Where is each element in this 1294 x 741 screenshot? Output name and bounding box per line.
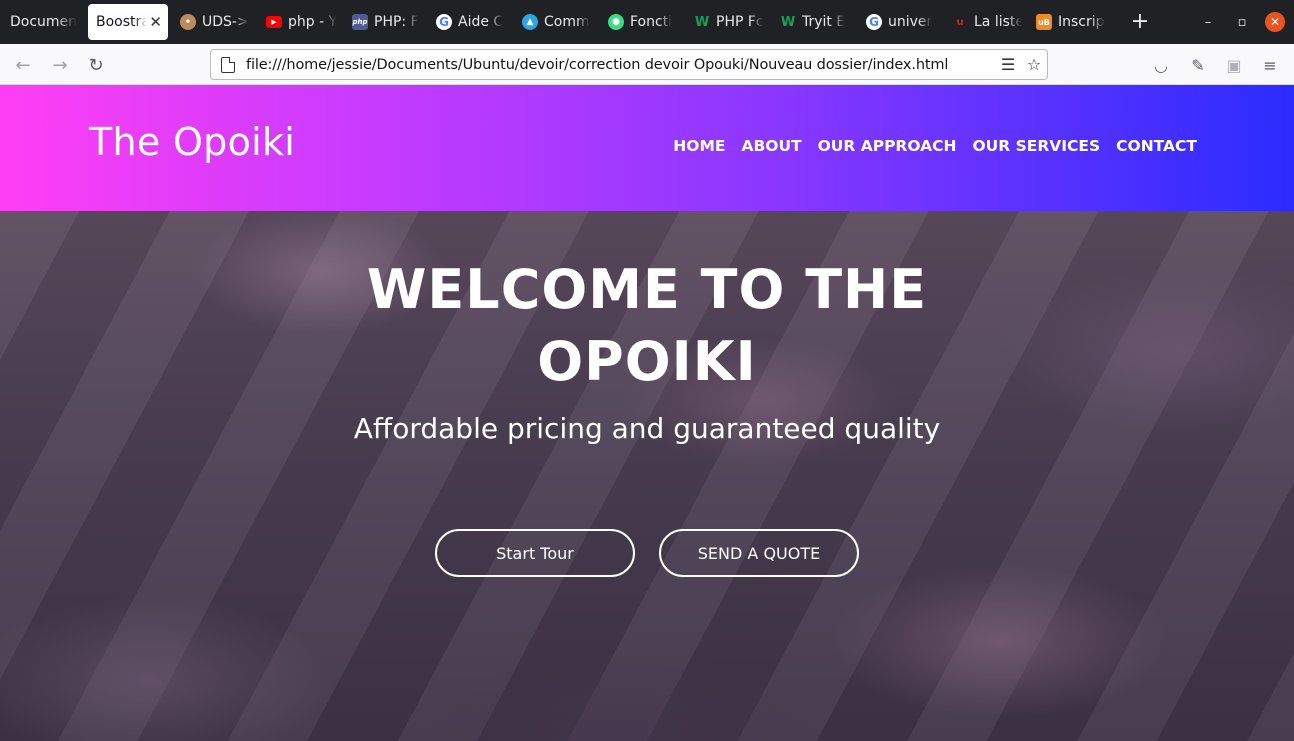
android-icon: ● <box>608 14 624 30</box>
url-text[interactable]: file:///home/jessie/Documents/Ubuntu/dev… <box>246 57 995 73</box>
w-icon: W <box>780 14 796 30</box>
menu-home[interactable]: HOME <box>673 137 725 155</box>
tab-univer[interactable]: G univer <box>858 4 944 40</box>
hero-section: WELCOME TO THE OPOIKI Affordable pricing… <box>0 211 1294 741</box>
reader-view-icon[interactable]: ☰ <box>995 55 1021 74</box>
pocket-icon[interactable]: ◡ <box>1148 52 1174 78</box>
hero-title-line1: WELCOME TO THE <box>366 258 928 321</box>
menu-about[interactable]: ABOUT <box>741 137 801 155</box>
window-controls: – ▫ ✕ <box>1191 0 1294 44</box>
bookmark-star-icon[interactable]: ☆ <box>1021 55 1047 74</box>
reload-icon[interactable]: ↻ <box>83 52 109 78</box>
linux-icon: ▲ <box>522 14 538 30</box>
tab-strip: Documen Boostra ✕ • UDS-> ▶ php - Y php … <box>0 0 1294 44</box>
menu-contact[interactable]: CONTACT <box>1116 137 1197 155</box>
forward-arrow-icon[interactable]: → <box>47 52 73 78</box>
menu-icon[interactable]: ≡ <box>1257 52 1283 78</box>
google-icon: G <box>866 14 882 30</box>
page-icon <box>221 56 235 73</box>
youtube-icon: ▶ <box>266 16 282 28</box>
eyedropper-icon[interactable]: ✎ <box>1185 52 1211 78</box>
tab-title: Documen <box>10 14 78 30</box>
close-tab-icon[interactable]: ✕ <box>149 13 162 31</box>
u-icon: u <box>956 16 964 28</box>
tab-title: Boostra <box>96 14 148 30</box>
tab-aide[interactable]: G Aide C <box>428 4 514 40</box>
back-arrow-icon[interactable]: ← <box>10 52 36 78</box>
google-icon: G <box>436 14 452 30</box>
tab-title: La liste <box>974 14 1022 30</box>
close-window-button[interactable]: ✕ <box>1265 12 1285 32</box>
tab-title: Aide C <box>458 14 504 30</box>
send-quote-button[interactable]: SEND A QUOTE <box>659 529 859 577</box>
php-icon: php <box>352 14 368 30</box>
hero-title-line2: OPOIKI <box>537 330 757 393</box>
tab-php-fc[interactable]: W PHP Fc <box>686 4 772 40</box>
navigation-toolbar: ← → ↻ file:///home/jessie/Documents/Ubun… <box>0 44 1294 85</box>
tab-boostra-active[interactable]: Boostra ✕ <box>88 4 168 40</box>
tab-title: univer <box>888 14 933 30</box>
menu-our-services[interactable]: OUR SERVICES <box>972 137 1100 155</box>
tab-title: Inscrip <box>1058 14 1105 30</box>
tab-title: PHP Fc <box>716 14 764 30</box>
tab-foncti[interactable]: ● Foncti <box>600 4 686 40</box>
main-menu: HOME ABOUT OUR APPROACH OUR SERVICES CON… <box>673 137 1197 155</box>
url-bar[interactable]: file:///home/jessie/Documents/Ubuntu/dev… <box>210 49 1048 80</box>
tab-php-manual[interactable]: php PHP: F <box>344 4 428 40</box>
tab-uds[interactable]: • UDS-> <box>172 4 258 40</box>
new-tab-button[interactable]: + <box>1126 0 1154 44</box>
restore-button[interactable]: ▫ <box>1225 15 1259 30</box>
tab-title: PHP: F <box>374 14 419 30</box>
tab-title: Tryit E <box>802 14 846 30</box>
page-viewport: The Opoiki HOME ABOUT OUR APPROACH OUR S… <box>0 85 1294 741</box>
tab-php-youtube[interactable]: ▶ php - Y <box>258 4 344 40</box>
brand-logo[interactable]: The Opoiki <box>89 120 295 164</box>
tab-documen[interactable]: Documen <box>0 4 84 40</box>
tab-comm[interactable]: ▲ Comm <box>514 4 600 40</box>
tab-title: Foncti <box>630 14 673 30</box>
start-tour-button[interactable]: Start Tour <box>435 529 635 577</box>
tab-inscrip[interactable]: uB Inscrip <box>1028 4 1112 40</box>
person-icon: • <box>180 14 196 30</box>
extension-icon[interactable]: ▣ <box>1221 52 1247 78</box>
tab-title: UDS-> <box>202 14 249 30</box>
hero-title: WELCOME TO THE OPOIKI <box>0 254 1294 398</box>
w-icon: W <box>694 14 710 30</box>
ub-icon: uB <box>1036 14 1052 30</box>
minimize-button[interactable]: – <box>1191 15 1225 30</box>
hero-subtitle: Affordable pricing and guaranteed qualit… <box>353 412 941 445</box>
tab-title: php - Y <box>288 14 338 30</box>
tab-title: Comm <box>544 14 590 30</box>
tab-list: Documen Boostra ✕ • UDS-> ▶ php - Y php … <box>0 0 1154 44</box>
site-header: The Opoiki HOME ABOUT OUR APPROACH OUR S… <box>0 85 1294 211</box>
tab-tryit[interactable]: W Tryit E <box>772 4 858 40</box>
tab-la-liste[interactable]: u La liste <box>944 4 1028 40</box>
menu-our-approach[interactable]: OUR APPROACH <box>818 137 957 155</box>
